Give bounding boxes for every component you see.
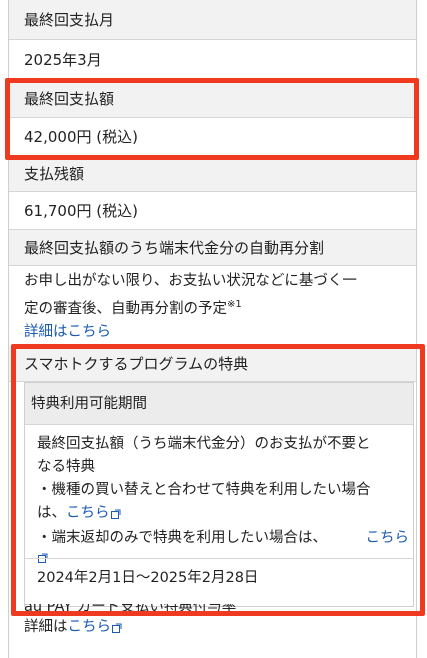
remaining-value: 61,700円 (税込) (24, 202, 138, 220)
redivision-note-line1: お申し出がない限り、お支払い状況などに基づく一 (24, 273, 357, 289)
highlight-smatoku (11, 344, 425, 616)
final-month-label: 最終回支払月 (24, 11, 115, 29)
remaining-label-row: 支払残額 (9, 156, 416, 192)
final-month-value-row: 2025年3月 (9, 40, 416, 80)
remaining-label: 支払残額 (24, 165, 85, 183)
redivision-note: お申し出がない限り、お支払い状況などに基づく一 定の審査後、自動再分割の予定※1… (24, 270, 400, 344)
footnote-marker: ※1 (227, 299, 242, 310)
remaining-value-row: 61,700円 (税込) (9, 192, 416, 230)
redivision-note-line2: 定の審査後、自動再分割の予定 (24, 300, 227, 317)
bottom-details-link[interactable]: こちら (68, 619, 112, 635)
final-month-label-row: 最終回支払月 (9, 0, 416, 40)
highlight-final-amount (5, 78, 419, 160)
final-month-value: 2025年3月 (24, 51, 102, 69)
external-link-icon (112, 618, 122, 640)
redivision-label-row: 最終回支払額のうち端末代金分の自動再分割 (9, 230, 416, 266)
bottom-details-text: 詳細は (24, 619, 68, 635)
redivision-details-link[interactable]: 詳細はこちら (24, 324, 111, 340)
redivision-label: 最終回支払額のうち端末代金分の自動再分割 (24, 239, 325, 257)
